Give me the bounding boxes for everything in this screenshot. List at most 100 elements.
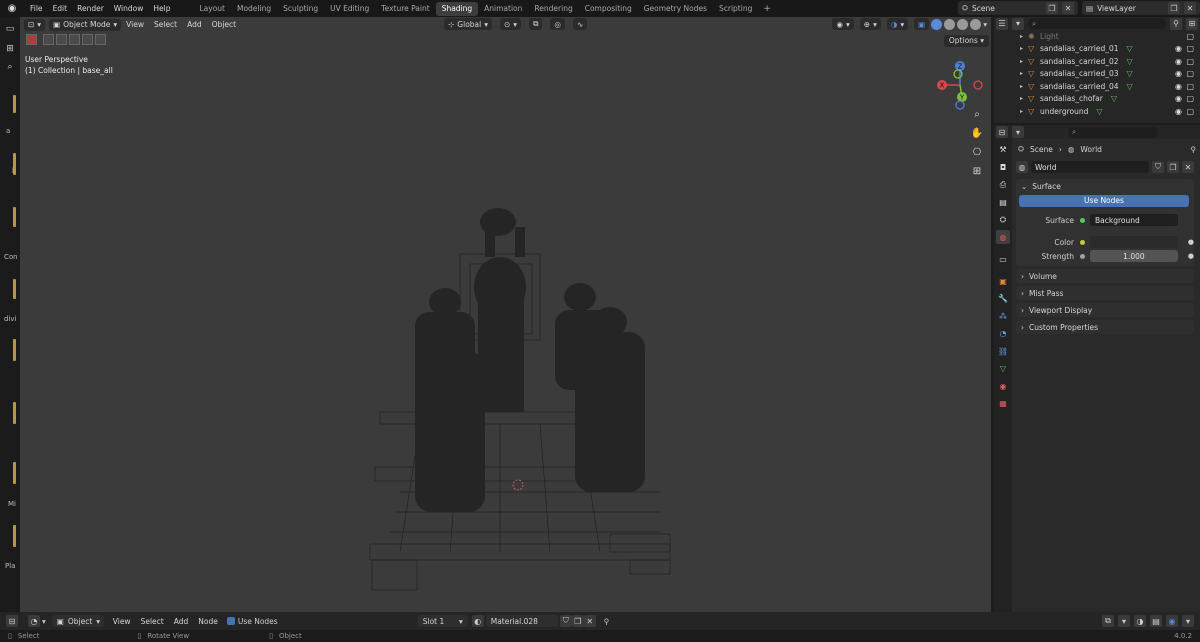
zoom-icon[interactable]: ⌕: [970, 107, 984, 121]
view-layer-tab-icon[interactable]: ▤: [996, 195, 1010, 209]
menu-render[interactable]: Render: [72, 0, 109, 17]
custom-properties-panel[interactable]: › Custom Properties: [1016, 320, 1194, 334]
eye-icon[interactable]: ◉: [1175, 44, 1182, 53]
expand-arrow-icon[interactable]: ▸: [1020, 95, 1028, 102]
use-nodes-checkbox[interactable]: [226, 617, 235, 625]
outliner-row-object[interactable]: ▸ ▽ underground ▽ ◉ ▢: [994, 105, 1200, 118]
unlink-world-icon[interactable]: ✕: [1182, 161, 1194, 173]
node-menu-add[interactable]: Add: [169, 617, 194, 626]
3d-viewport[interactable]: ⊡ ▾ ▣ Object Mode ▾ View Select Add Objec…: [20, 17, 991, 612]
breadcrumb-scene[interactable]: Scene: [1030, 145, 1053, 154]
snap-icon[interactable]: ⧉: [1102, 615, 1114, 627]
select-new-icon[interactable]: [43, 34, 54, 45]
physics-tab-icon[interactable]: ◔: [996, 327, 1010, 341]
viewport-menu-view[interactable]: View: [121, 20, 149, 29]
close-view-layer-icon[interactable]: ✕: [1184, 2, 1196, 14]
texture-tab-icon[interactable]: ▦: [996, 397, 1010, 411]
eye-icon[interactable]: ◉: [1175, 69, 1182, 78]
tool-select-icon[interactable]: [26, 34, 37, 45]
camera-view-icon[interactable]: ⎔: [970, 145, 984, 159]
mist-pass-panel[interactable]: › Mist Pass: [1016, 286, 1194, 300]
select-intersect-icon[interactable]: [95, 34, 106, 45]
output-tab-icon[interactable]: ⎙: [996, 178, 1010, 192]
tool-tab-icon[interactable]: ⚒: [996, 143, 1010, 157]
outliner-row-object[interactable]: ▸ ▽ sandalias_chofar ▽ ◉ ▢: [994, 93, 1200, 106]
properties-search-input[interactable]: ⌕: [1068, 126, 1158, 138]
color-socket-icon[interactable]: [1079, 239, 1085, 245]
unlink-material-icon[interactable]: ✕: [583, 615, 596, 627]
close-scene-icon[interactable]: ✕: [1062, 2, 1074, 14]
sidebar-toggle-icon[interactable]: ▤: [1150, 615, 1162, 627]
tab-scripting[interactable]: Scripting: [713, 2, 758, 16]
copy-scene-icon[interactable]: ❐: [1046, 2, 1058, 14]
material-tab-icon[interactable]: ◉: [996, 379, 1010, 393]
object-type-selector[interactable]: ▣ Object ▾: [51, 615, 104, 627]
expand-arrow-icon[interactable]: ▸: [1020, 33, 1028, 40]
proportional-edit-toggle[interactable]: ◎: [550, 18, 565, 30]
outliner-row-object[interactable]: ▸ ▽ sandalias_carried_01 ▽ ◉ ▢: [994, 43, 1200, 56]
node-overlay-icon[interactable]: ◉: [1166, 615, 1178, 627]
scene-tab-icon[interactable]: ⛭: [996, 213, 1010, 227]
gizmo-toggle[interactable]: ⊕ ▾: [859, 18, 881, 30]
chevron-down-icon[interactable]: ▾: [1012, 126, 1024, 138]
strength-socket-icon[interactable]: [1079, 253, 1085, 259]
expand-arrow-icon[interactable]: ▸: [1020, 83, 1028, 90]
tab-rendering[interactable]: Rendering: [528, 2, 578, 16]
properties-editor-icon[interactable]: ⊟: [996, 126, 1008, 138]
node-menu-select[interactable]: Select: [136, 617, 169, 626]
fake-user-shield-icon[interactable]: ⛉: [559, 615, 572, 627]
menu-window[interactable]: Window: [109, 0, 149, 17]
folder-icon[interactable]: ▭: [3, 23, 17, 35]
object-tab-icon[interactable]: ▣: [996, 274, 1010, 288]
world-tab-icon[interactable]: ◍: [996, 230, 1010, 244]
viewport-display-panel[interactable]: › Viewport Display: [1016, 303, 1194, 317]
node-menu-view[interactable]: View: [108, 617, 136, 626]
duplicate-material-icon[interactable]: ❐: [571, 615, 584, 627]
bookmark-icon[interactable]: ⊞: [3, 43, 17, 55]
keyframe-dot-icon[interactable]: ●: [1188, 238, 1194, 246]
camera-visibility-icon[interactable]: ▢: [1186, 107, 1194, 116]
material-name-field[interactable]: Material.028: [485, 615, 558, 627]
3d-cursor[interactable]: [512, 479, 524, 491]
snap-toggle[interactable]: ⧉: [529, 18, 543, 30]
copy-view-layer-icon[interactable]: ❐: [1168, 2, 1180, 14]
camera-visibility-icon[interactable]: ▢: [1186, 69, 1194, 78]
breadcrumb-world[interactable]: World: [1080, 145, 1102, 154]
outliner-row-object[interactable]: ▸ ▽ sandalias_carried_03 ▽ ◉ ▢: [994, 68, 1200, 81]
falloff-selector[interactable]: ∿: [572, 18, 588, 30]
eye-icon[interactable]: ◉: [1175, 82, 1182, 91]
expand-arrow-icon[interactable]: ▸: [1020, 58, 1028, 65]
outliner-search-input[interactable]: ⌕: [1028, 18, 1166, 29]
menu-help[interactable]: Help: [148, 0, 175, 17]
chevron-down-icon[interactable]: ▾: [1182, 615, 1194, 627]
constraints-tab-icon[interactable]: ⛓: [996, 344, 1010, 358]
solid-shading-icon[interactable]: [944, 18, 956, 30]
render-tab-icon[interactable]: ◘: [996, 160, 1010, 174]
surface-panel-header[interactable]: ⌄ Surface: [1016, 179, 1194, 194]
eye-icon[interactable]: ◉: [1175, 94, 1182, 103]
options-button[interactable]: Options ▾: [943, 35, 989, 47]
grid-perspective-icon[interactable]: ⊞: [970, 164, 984, 178]
filter-icon[interactable]: ⚲: [1170, 17, 1182, 30]
slot-selector[interactable]: Slot 1 ▾: [417, 615, 468, 627]
expand-arrow-icon[interactable]: ▸: [1020, 45, 1028, 52]
viewport-menu-add[interactable]: Add: [182, 20, 207, 29]
camera-visibility-icon[interactable]: ▢: [1186, 44, 1194, 53]
eye-icon[interactable]: ◉: [1175, 57, 1182, 66]
pivot-selector[interactable]: ⊙ ▾: [500, 18, 522, 30]
collection-tab-icon[interactable]: ▭: [996, 252, 1010, 266]
outliner-row-object[interactable]: ▸ ▽ sandalias_carried_02 ▽ ◉ ▢: [994, 55, 1200, 68]
pan-hand-icon[interactable]: ✋: [970, 126, 984, 140]
menu-file[interactable]: File: [25, 0, 48, 17]
tab-shading[interactable]: Shading: [435, 1, 479, 16]
color-swatch[interactable]: [1089, 236, 1178, 248]
overlay-toggle[interactable]: ◑ ▾: [886, 18, 909, 30]
expand-arrow-icon[interactable]: ▸: [1020, 70, 1028, 77]
pin-icon[interactable]: ⚲: [1191, 145, 1197, 154]
mode-selector[interactable]: ▣ Object Mode ▾: [49, 18, 122, 31]
overlay-toggle-icon[interactable]: ◑: [1134, 615, 1146, 627]
pin-icon[interactable]: ⚲: [604, 617, 610, 626]
navigation-gizmo[interactable]: Z X Y: [932, 57, 988, 113]
viewport-menu-object[interactable]: Object: [207, 20, 241, 29]
xray-toggle[interactable]: ▣: [914, 18, 930, 30]
